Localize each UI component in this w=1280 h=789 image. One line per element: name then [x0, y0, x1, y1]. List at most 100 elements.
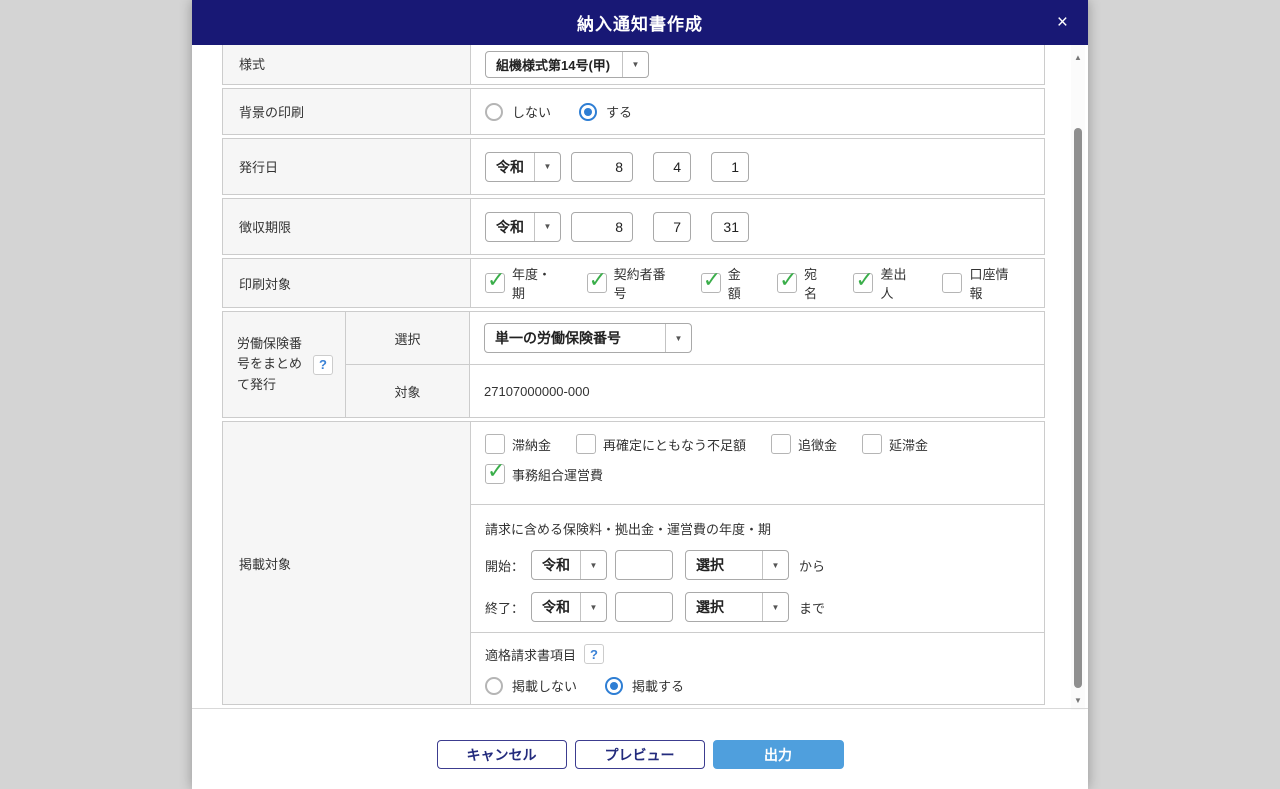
chevron-down-icon[interactable]: ▼ — [762, 551, 788, 579]
print-target-kingaku[interactable]: 金額 — [701, 264, 752, 302]
radio-no[interactable] — [485, 103, 503, 121]
insurance-target-row: 対象 27107000000-000 — [346, 365, 1044, 417]
chevron-down-icon[interactable]: ▼ — [580, 551, 606, 579]
listing-charges-section: 滞納金 再確定にともなう不足額 追徴金 — [471, 422, 1044, 505]
checkbox[interactable] — [862, 434, 882, 454]
checkbox-label: 事務組合運営費 — [512, 465, 603, 484]
checkbox-label: 延滞金 — [889, 435, 928, 454]
radio-no-label: しない — [512, 102, 551, 121]
radio-no[interactable] — [485, 677, 503, 695]
close-icon[interactable]: × — [1051, 0, 1074, 45]
checkbox[interactable] — [485, 464, 505, 484]
charge-tsuichokin[interactable]: 追徴金 — [771, 434, 837, 454]
term-select-value: 選択 — [686, 597, 762, 617]
target-label: 対象 — [346, 365, 470, 417]
create-payment-notice-dialog: 納入通知書作成 × 様式 組機様式第14号(甲) ▼ 背景の印刷 — [192, 0, 1088, 789]
listing-period-section: 請求に含める保険料・拠出金・運営費の年度・期 開始： 令和 ▼ 選択 — [471, 505, 1044, 633]
checkbox[interactable] — [485, 434, 505, 454]
print-target-sashidashinin[interactable]: 差出人 — [853, 264, 917, 302]
period-start-line: 開始： 令和 ▼ 選択 ▼ から — [485, 550, 1044, 580]
style-select-value: 組機様式第14号(甲) — [486, 55, 622, 74]
checkbox[interactable] — [853, 273, 873, 293]
checkbox-label: 年度・期 — [512, 264, 562, 302]
charge-tainokin[interactable]: 滞納金 — [485, 434, 551, 454]
era-value: 令和 — [486, 217, 534, 237]
due-date-month-input[interactable] — [653, 212, 691, 242]
checkbox[interactable] — [777, 273, 797, 293]
due-date-day-input[interactable] — [711, 212, 749, 242]
end-label: 終了： — [485, 598, 531, 617]
charge-uneihi[interactable]: 事務組合運営費 — [485, 464, 603, 484]
end-era-select[interactable]: 令和 ▼ — [531, 592, 607, 622]
chevron-down-icon[interactable]: ▼ — [580, 593, 606, 621]
invoice-option-yes[interactable]: 掲載する — [605, 676, 684, 695]
checkbox-label: 契約者番号 — [614, 264, 676, 302]
background-print-option-no[interactable]: しない — [485, 102, 551, 121]
era-value: 令和 — [532, 597, 580, 617]
period-heading: 請求に含める保険料・拠出金・運営費の年度・期 — [485, 519, 1044, 538]
radio-yes[interactable] — [579, 103, 597, 121]
end-year-input[interactable] — [615, 592, 673, 622]
cancel-button[interactable]: キャンセル — [437, 740, 567, 769]
checkbox[interactable] — [701, 273, 721, 293]
radio-yes[interactable] — [605, 677, 623, 695]
style-select[interactable]: 組機様式第14号(甲) ▼ — [485, 51, 649, 78]
start-year-input[interactable] — [615, 550, 673, 580]
dialog-title: 納入通知書作成 — [577, 10, 703, 35]
checkbox-label: 再確定にともなう不足額 — [603, 435, 746, 454]
invoice-option-no[interactable]: 掲載しない — [485, 676, 577, 695]
checkbox-label: 差出人 — [880, 264, 917, 302]
due-date-era-select[interactable]: 令和 ▼ — [485, 212, 561, 242]
checkbox-label: 口座情報 — [969, 264, 1019, 302]
background-print-option-yes[interactable]: する — [579, 102, 632, 121]
insurance-select-row: 選択 単一の労働保険番号 ▼ — [346, 312, 1044, 365]
output-button[interactable]: 出力 — [713, 740, 844, 769]
checkbox[interactable] — [587, 273, 607, 293]
help-icon[interactable]: ? — [584, 644, 604, 664]
help-icon[interactable]: ? — [313, 355, 333, 375]
period-end-line: 終了： 令和 ▼ 選択 ▼ まで — [485, 592, 1044, 622]
checkbox[interactable] — [771, 434, 791, 454]
insurance-number-select[interactable]: 単一の労働保険番号 ▼ — [484, 323, 692, 353]
vertical-scrollbar[interactable]: ▲ ▼ — [1071, 45, 1085, 710]
screen-background: 納入通知書作成 × 様式 組機様式第14号(甲) ▼ 背景の印刷 — [0, 0, 1280, 789]
scroll-down-icon[interactable]: ▼ — [1071, 692, 1085, 708]
print-target-keiyakusha[interactable]: 契約者番号 — [587, 264, 676, 302]
charge-entaikin[interactable]: 延滞金 — [862, 434, 928, 454]
insurance-number-label: 労働保険番号をまとめて発行 — [237, 334, 307, 394]
chevron-down-icon[interactable]: ▼ — [762, 593, 788, 621]
era-value: 令和 — [486, 157, 534, 177]
charge-fusokugaku[interactable]: 再確定にともなう不足額 — [576, 434, 746, 454]
issue-date-month-input[interactable] — [653, 152, 691, 182]
preview-button[interactable]: プレビュー — [575, 740, 705, 769]
insurance-number-select-value: 単一の労働保険番号 — [485, 328, 665, 348]
footer-buttons: キャンセル プレビュー 出力 — [192, 740, 1088, 769]
dialog-header: 納入通知書作成 × — [192, 0, 1088, 45]
insurance-number-value: 27107000000-000 — [484, 384, 590, 399]
print-target-koza[interactable]: 口座情報 — [942, 264, 1019, 302]
end-suffix: まで — [799, 598, 825, 617]
issue-date-era-select[interactable]: 令和 ▼ — [485, 152, 561, 182]
chevron-down-icon[interactable]: ▼ — [665, 324, 691, 352]
checkbox[interactable] — [942, 273, 962, 293]
due-date-year-input[interactable] — [571, 212, 633, 242]
checkbox-label: 滞納金 — [512, 435, 551, 454]
chevron-down-icon[interactable]: ▼ — [622, 52, 648, 77]
chevron-down-icon[interactable]: ▼ — [534, 153, 560, 181]
issue-date-day-input[interactable] — [711, 152, 749, 182]
row-listing-targets: 掲載対象 滞納金 再確定にともなう不足額 — [222, 421, 1045, 705]
scrollbar-thumb[interactable] — [1074, 128, 1082, 688]
radio-yes-label: 掲載する — [632, 676, 684, 695]
print-target-atena[interactable]: 宛名 — [777, 264, 828, 302]
checkbox[interactable] — [485, 273, 505, 293]
print-targets-label: 印刷対象 — [223, 259, 471, 307]
term-select-value: 選択 — [686, 555, 762, 575]
end-term-select[interactable]: 選択 ▼ — [685, 592, 789, 622]
scroll-up-icon[interactable]: ▲ — [1071, 49, 1085, 65]
print-target-nendo[interactable]: 年度・期 — [485, 264, 562, 302]
checkbox[interactable] — [576, 434, 596, 454]
start-term-select[interactable]: 選択 ▼ — [685, 550, 789, 580]
issue-date-year-input[interactable] — [571, 152, 633, 182]
start-era-select[interactable]: 令和 ▼ — [531, 550, 607, 580]
chevron-down-icon[interactable]: ▼ — [534, 213, 560, 241]
